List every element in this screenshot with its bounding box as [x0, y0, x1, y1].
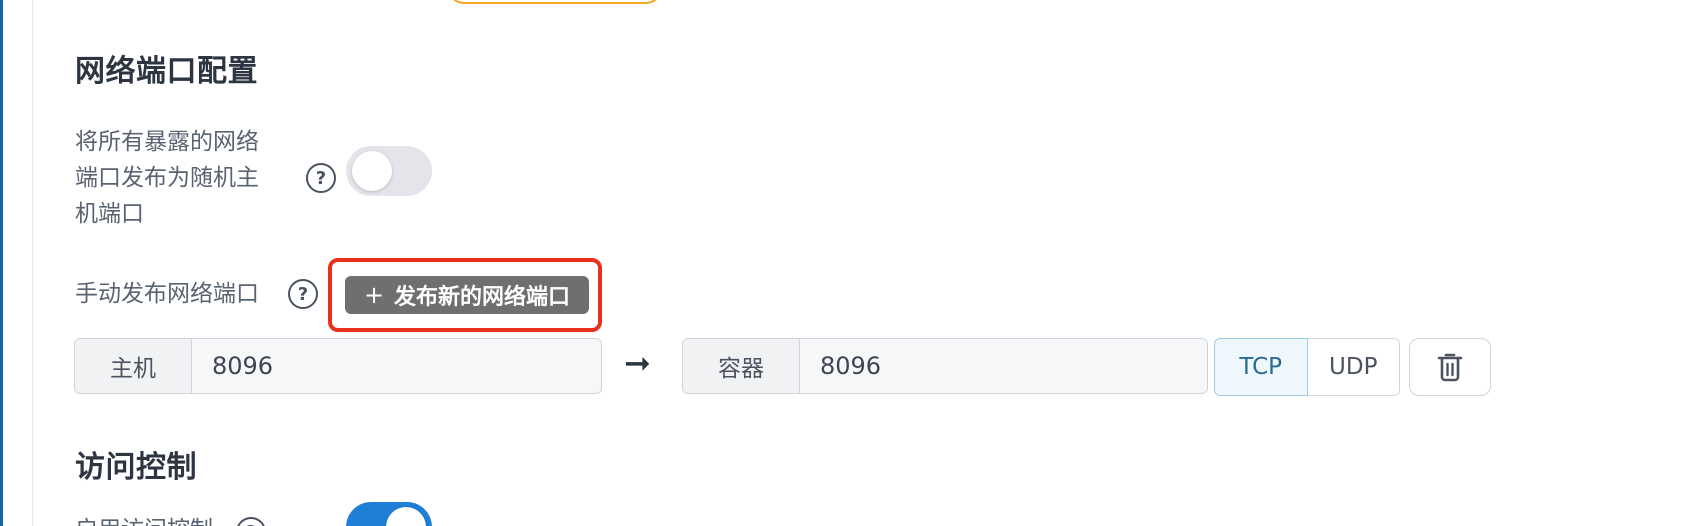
manual-publish-help-icon[interactable]: ? — [288, 279, 318, 309]
container-port-input[interactable]: 8096 — [800, 339, 1207, 393]
access-control-help-icon[interactable]: ? — [236, 517, 266, 526]
delete-mapping-button[interactable] — [1409, 338, 1491, 396]
protocol-selector: TCP UDP — [1214, 338, 1400, 396]
container-port-group: 容器 8096 — [682, 338, 1208, 394]
host-label: 主机 — [75, 339, 192, 393]
left-accent-bar — [0, 0, 3, 526]
plus-icon: + — [363, 281, 385, 309]
top-tab-outline[interactable] — [448, 0, 662, 4]
network-ports-title: 网络端口配置 — [75, 54, 258, 89]
manual-publish-label: 手动发布网络端口 — [75, 281, 259, 307]
publish-new-port-label: 发布新的网络端口 — [394, 285, 571, 310]
publish-all-label-line3: 机端口 — [75, 201, 144, 227]
arrow-right-icon: ➞ — [624, 344, 651, 382]
host-port-group: 主机 8096 — [74, 338, 602, 394]
publish-all-toggle[interactable] — [346, 146, 432, 196]
host-port-input[interactable]: 8096 — [192, 339, 601, 393]
panel-divider — [32, 0, 33, 526]
trash-icon — [1437, 353, 1463, 382]
container-label: 容器 — [683, 339, 800, 393]
access-control-title: 访问控制 — [75, 450, 197, 485]
access-control-toggle[interactable] — [346, 502, 432, 526]
publish-all-help-icon[interactable]: ? — [306, 163, 336, 193]
publish-new-port-button[interactable]: + 发布新的网络端口 — [345, 276, 589, 314]
access-control-enable-label: 启用访问控制 — [75, 512, 213, 526]
container-settings-page: 网络端口配置 将所有暴露的网络 端口发布为随机主 机端口 ? 手动发布网络端口 … — [0, 0, 1682, 526]
protocol-udp-button[interactable]: UDP — [1307, 338, 1400, 396]
toggle-knob — [386, 507, 426, 526]
publish-all-label: 将所有暴露的网络 端口发布为随机主 机端口 — [75, 124, 259, 232]
publish-all-label-line2: 端口发布为随机主 — [75, 165, 259, 191]
publish-all-label-line1: 将所有暴露的网络 — [75, 129, 259, 155]
toggle-knob — [352, 151, 392, 191]
protocol-tcp-button[interactable]: TCP — [1214, 338, 1308, 396]
